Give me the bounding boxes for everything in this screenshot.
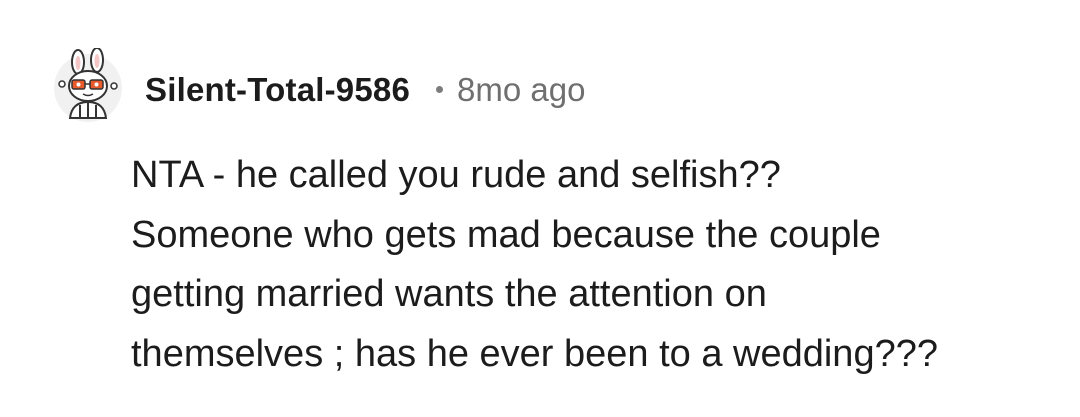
comment-body-line: NTA - he called you rude and selfish?? (131, 154, 781, 196)
avatar[interactable] (50, 47, 126, 124)
comment-body-line: getting married wants the attention on (131, 273, 767, 315)
comment-body-line: Someone who gets mad because the couple (131, 213, 881, 256)
username-link[interactable]: Silent-Total-9586 (145, 71, 410, 109)
snoo-bunny-avatar-icon (54, 47, 122, 122)
comment-card: Silent-Total-9586 8mo ago NTA - he calle… (0, 0, 1080, 417)
comment-body-line: themselves ; has he ever been to a weddi… (131, 332, 938, 375)
comment-body: NTA - he called you rude and selfish?? S… (131, 146, 1051, 384)
separator-dot (436, 85, 444, 93)
timestamp: 8mo ago (457, 71, 586, 108)
comment-header: Silent-Total-9586 8mo ago (145, 66, 585, 114)
